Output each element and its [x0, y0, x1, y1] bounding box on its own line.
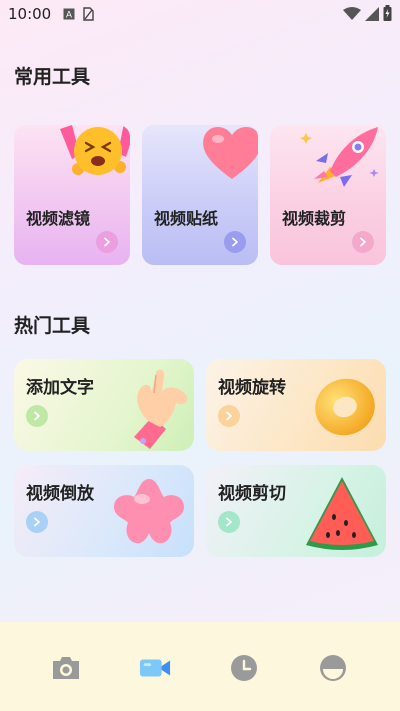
tool-card-video-sticker[interactable]: 视频贴纸: [142, 125, 258, 265]
bottom-navigation: [0, 622, 400, 711]
tool-label: 视频剪切: [218, 484, 286, 504]
chevron-right-icon[interactable]: [26, 511, 48, 533]
camera-icon[interactable]: [50, 652, 82, 684]
tool-card-video-crop[interactable]: 视频裁剪: [270, 125, 386, 265]
battery-icon: [383, 5, 392, 25]
clock-icon[interactable]: [228, 652, 260, 684]
status-bar: 10:00 A: [0, 0, 400, 28]
svg-text:A: A: [66, 11, 73, 21]
hot-tools-title: 热门工具: [14, 315, 91, 337]
tool-card-video-rotate[interactable]: 视频旋转: [206, 359, 386, 451]
tool-label: 视频裁剪: [282, 209, 347, 228]
donut-ring-icon: [310, 371, 380, 445]
tool-card-video-cut[interactable]: 视频剪切: [206, 465, 386, 557]
chevron-right-icon[interactable]: [218, 511, 240, 533]
rocket-icon: [300, 125, 382, 193]
shocked-emoji-icon: [54, 125, 130, 189]
signal-icon: [365, 6, 379, 25]
notification-a-icon: A: [63, 8, 75, 20]
tool-label: 视频旋转: [218, 378, 286, 398]
tool-label: 视频贴纸: [154, 209, 219, 228]
sim-card-icon: [83, 7, 94, 21]
profile-icon[interactable]: [317, 652, 349, 684]
tool-card-video-filter[interactable]: 视频滤镜: [14, 125, 130, 265]
tool-label: 添加文字: [26, 378, 94, 398]
tool-card-add-text[interactable]: 添加文字: [14, 359, 194, 451]
tool-label: 视频倒放: [26, 484, 94, 504]
heart-icon: [200, 125, 258, 185]
wifi-icon: [343, 6, 361, 25]
video-icon[interactable]: [139, 652, 171, 684]
common-tools-title: 常用工具: [14, 66, 91, 88]
status-time: 10:00: [8, 5, 52, 23]
chevron-right-icon[interactable]: [218, 405, 240, 427]
chevron-right-icon[interactable]: [96, 231, 118, 253]
star-flower-icon: [112, 477, 186, 553]
chevron-right-icon[interactable]: [26, 405, 48, 427]
watermelon-icon: [302, 473, 382, 557]
tool-label: 视频滤镜: [26, 209, 91, 228]
tool-card-video-reverse[interactable]: 视频倒放: [14, 465, 194, 557]
hand-gesture-icon: [110, 367, 194, 451]
chevron-right-icon[interactable]: [224, 231, 246, 253]
chevron-right-icon[interactable]: [352, 231, 374, 253]
